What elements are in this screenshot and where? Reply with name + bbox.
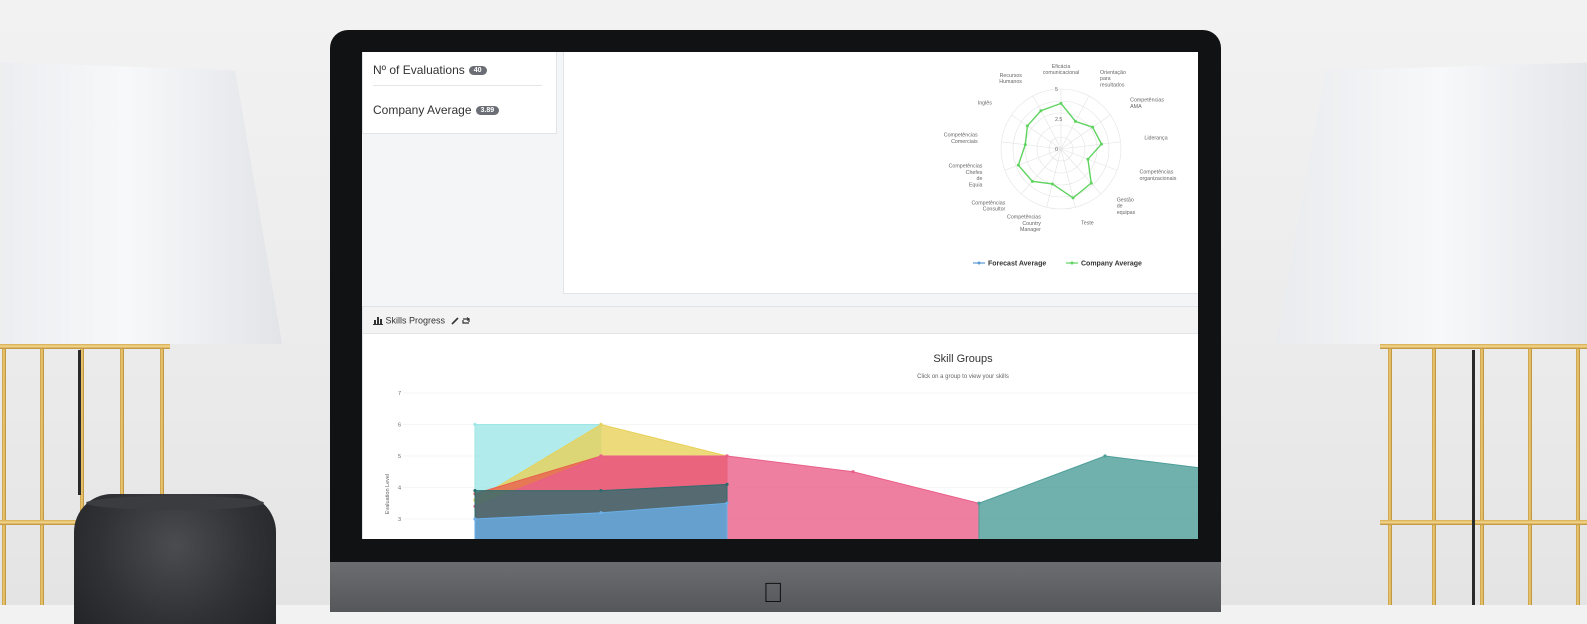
company-legend-marker (1070, 261, 1074, 265)
skill-group-point[interactable] (599, 422, 603, 427)
radar-legend[interactable]: Forecast Average Company Average (973, 261, 1142, 268)
skill-group-point[interactable] (977, 501, 981, 505)
skill-groups-subtitle: Click on a group to view your skills (917, 374, 1009, 380)
skill-group-point[interactable] (725, 482, 729, 486)
company-average-point (1091, 125, 1095, 129)
right-lamp-frame (1380, 344, 1587, 605)
radar-axis-label: Competências AMA (1130, 98, 1164, 110)
skill-group-point[interactable] (599, 454, 603, 458)
evaluations-badge: 40 (468, 66, 487, 75)
skill-group-point[interactable] (473, 517, 477, 521)
left-lamp-shade (0, 62, 282, 344)
radar-axis-label: Inglês (978, 101, 992, 107)
radar-axis-label: Liderança (1144, 136, 1167, 142)
radar-spoke (1060, 148, 1102, 195)
skills-progress-panel: Skills Progress Skill Groups Click on a g… (362, 306, 1198, 539)
skill-groups-title: Skill Groups (933, 353, 993, 365)
stats-divider (373, 85, 542, 86)
evaluations-stat: Nº of Evaluations 40 (373, 63, 487, 77)
radar-axis-label: Competências organizacionais (1140, 170, 1177, 182)
company-average-point (1073, 119, 1077, 123)
radar-axis-label: Competências Country Manager (1007, 215, 1041, 233)
skill-group-point[interactable] (851, 470, 855, 474)
radar-tick-label: 5 (1055, 87, 1058, 93)
forecast-legend-label[interactable]: Forecast Average (988, 261, 1046, 268)
forecast-legend-marker (977, 261, 981, 265)
average-label: Company Average (373, 103, 472, 117)
y-tick-label: 5 (398, 454, 401, 460)
radar-grid (1000, 88, 1122, 210)
skill-group-point[interactable] (725, 501, 729, 505)
company-average-point (1023, 143, 1027, 147)
average-badge: 3.89 (475, 106, 500, 115)
edit-icon[interactable] (450, 317, 459, 325)
skill-groups-chart: Skill Groups Click on a group to view you… (385, 353, 1198, 539)
smart-speaker-top (86, 496, 264, 510)
skills-progress-header: Skills Progress (363, 307, 1198, 334)
y-tick-label: 7 (398, 391, 401, 397)
radar-spoke (1020, 148, 1062, 195)
company-average-point (1059, 101, 1063, 105)
company-average-point (1086, 157, 1090, 161)
y-axis-label: Evaluation Level (385, 474, 391, 514)
skill-group-area[interactable] (978, 455, 1198, 539)
stats-panel: Nº of Evaluations 40 Company Average 3.89 (362, 52, 557, 134)
company-average-point (1100, 142, 1104, 146)
radar-axis-label: Competências Consultor (971, 200, 1005, 212)
evaluations-label: Nº of Evaluations (373, 63, 465, 77)
skill-group-point[interactable] (599, 489, 603, 493)
bar-chart-icon (373, 317, 383, 326)
radar-axis-label: Recursos Humanos (999, 73, 1022, 85)
radar-tick-label: 0 (1055, 147, 1058, 153)
radar-chart: 5 2.5 0 Eficácia comunicacional Orientação par… (944, 64, 1177, 268)
radar-axis-label: Orientação para resultados (1100, 70, 1126, 88)
monitor-screen: Nº of Evaluations 40 Company Average 3.89 … (362, 52, 1198, 539)
radar-chart-panel: 5 2.5 0 Eficácia comunicacional Orientação par… (563, 52, 1198, 294)
apple-logo-icon:  (760, 578, 786, 608)
skill-group-point[interactable] (599, 511, 603, 515)
y-tick-label: 3 (398, 517, 401, 523)
radar-spoke (1046, 148, 1062, 208)
right-lamp-shade (1276, 62, 1587, 344)
average-stat: Company Average 3.89 (373, 103, 500, 117)
company-average-point (1071, 196, 1075, 200)
radar-axis-label: Competências Comerciais (944, 133, 978, 145)
radar-axis-label: Teste (1081, 221, 1094, 227)
company-legend-label[interactable]: Company Average (1081, 261, 1142, 268)
company-average-point (1089, 181, 1093, 185)
y-tick-label: 6 (398, 423, 401, 429)
radar-axis-label: Gestão de equipas (1117, 197, 1136, 215)
skills-progress-title: Skills Progress (385, 315, 446, 326)
y-tick-label: 4 (398, 486, 401, 492)
company-average-point (1030, 179, 1034, 183)
radar-tick-label: 2.5 (1055, 117, 1062, 123)
company-average-point (1016, 163, 1020, 167)
radar-axis-label: Competências Chefes de Equia (949, 164, 983, 189)
company-average-point (1025, 124, 1029, 128)
skill-group-point[interactable] (473, 422, 477, 427)
refresh-icon[interactable] (461, 316, 471, 325)
skill-group-point[interactable] (725, 454, 729, 458)
skill-group-point[interactable] (473, 489, 477, 493)
skills-progress-title-row: Skills Progress (373, 315, 471, 326)
company-average-point (1039, 109, 1043, 113)
radar-axis-label: Eficácia comunicacional (1043, 64, 1080, 76)
company-average-point (1050, 182, 1054, 186)
skill-group-point[interactable] (1103, 454, 1107, 458)
